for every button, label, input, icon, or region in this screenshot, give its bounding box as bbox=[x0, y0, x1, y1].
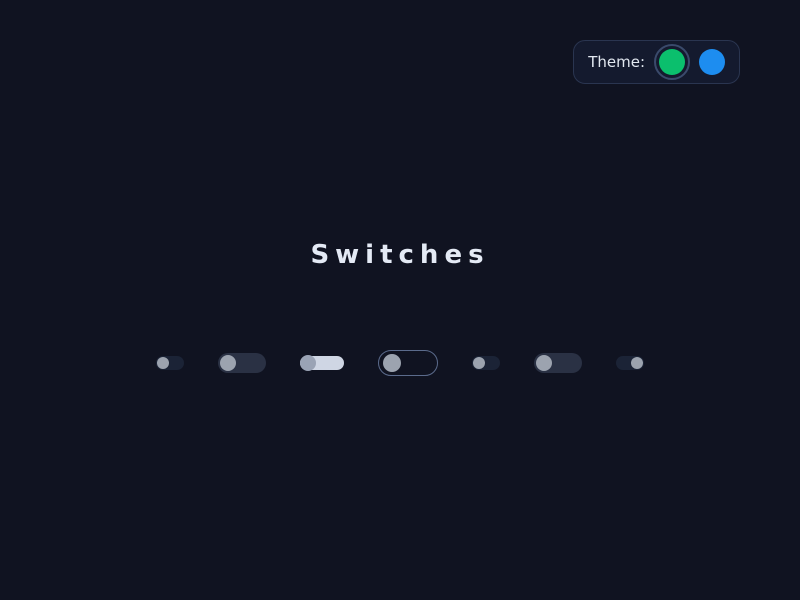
theme-swatch-green[interactable] bbox=[659, 49, 685, 75]
switch-knob bbox=[220, 355, 236, 371]
switch-1[interactable] bbox=[156, 356, 184, 370]
switch-knob bbox=[473, 357, 485, 369]
switch-2[interactable] bbox=[218, 353, 266, 373]
theme-swatch-blue[interactable] bbox=[699, 49, 725, 75]
switch-6[interactable] bbox=[534, 353, 582, 373]
switch-7[interactable] bbox=[616, 356, 644, 370]
theme-picker: Theme: bbox=[573, 40, 740, 84]
page-title: Switches bbox=[0, 240, 800, 270]
switch-knob bbox=[300, 355, 316, 371]
switch-knob bbox=[631, 357, 643, 369]
switch-knob bbox=[157, 357, 169, 369]
switch-row bbox=[0, 350, 800, 376]
theme-label: Theme: bbox=[588, 53, 645, 71]
switch-5[interactable] bbox=[472, 356, 500, 370]
switch-knob bbox=[383, 354, 401, 372]
switch-4[interactable] bbox=[378, 350, 438, 376]
switch-knob bbox=[536, 355, 552, 371]
switch-3[interactable] bbox=[300, 356, 344, 370]
